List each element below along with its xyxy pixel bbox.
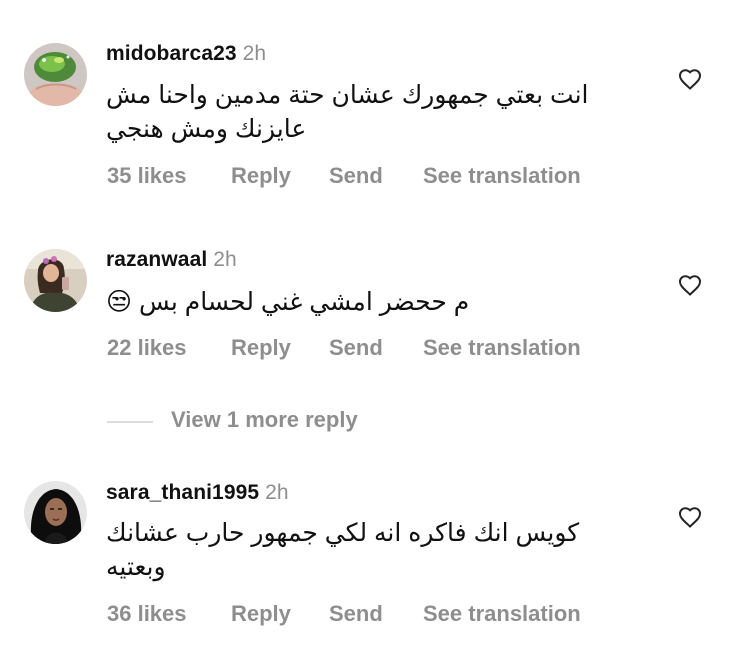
hijab-illustration-avatar — [24, 481, 87, 544]
likes-count[interactable]: 36 likes — [107, 601, 187, 627]
heart-outline-icon[interactable] — [678, 506, 702, 528]
send-button[interactable]: Send — [329, 601, 383, 627]
username[interactable]: sara_thani1995 — [106, 481, 259, 504]
reply-button[interactable]: Reply — [231, 601, 291, 627]
timestamp: 2h — [265, 481, 289, 504]
comment-text: كويس انك فاكره انه لكي جمهور حارب عشانك … — [106, 519, 580, 581]
comment-header: sara_thani1995 2h — [106, 481, 289, 505]
comment-item: sara_thani1995 2h كويس انك فاكره انه لكي … — [0, 0, 750, 654]
see-translation-button[interactable]: See translation — [423, 601, 581, 627]
avatar[interactable] — [24, 481, 87, 544]
